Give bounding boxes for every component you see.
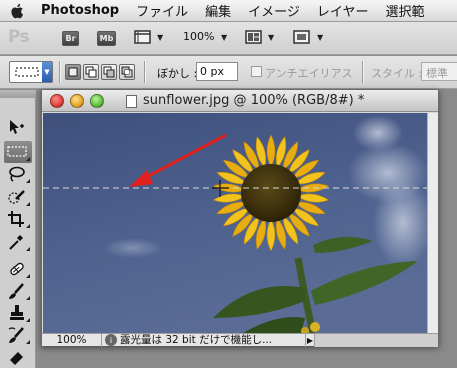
add-to-selection-icon bbox=[85, 66, 97, 78]
spot-healing-brush-tool[interactable] bbox=[4, 258, 32, 280]
menu-image[interactable]: イメージ bbox=[248, 1, 300, 20]
rectangular-marquee-tool[interactable] bbox=[4, 141, 32, 163]
eraser-icon bbox=[10, 352, 23, 365]
zoom-window-button[interactable] bbox=[90, 94, 104, 108]
subtract-from-selection-icon bbox=[103, 66, 115, 78]
arrange-documents-button[interactable] bbox=[245, 30, 263, 48]
lasso-tool[interactable] bbox=[4, 163, 32, 185]
arrange-dropdown-arrow[interactable]: ▼ bbox=[268, 33, 274, 42]
intersect-selection-icon bbox=[121, 66, 133, 78]
launch-mini-bridge-button[interactable]: Mb bbox=[97, 31, 116, 46]
screen-mode-icon bbox=[293, 30, 310, 44]
move-icon bbox=[10, 120, 24, 134]
vertical-scrollbar[interactable] bbox=[427, 113, 438, 333]
menu-layer[interactable]: レイヤー bbox=[317, 1, 369, 20]
move-tool[interactable] bbox=[4, 116, 32, 138]
brush-tool[interactable] bbox=[4, 280, 32, 302]
options-bar: ▼ ぼかし : 0 px アンチエイリアス スタイル : 標準 bbox=[0, 56, 457, 89]
menu-bar: Photoshop ファイル 編集 イメージ レイヤー 選択範 bbox=[0, 0, 457, 22]
apple-icon[interactable] bbox=[9, 2, 27, 20]
mini-bridge-label: Mb bbox=[99, 34, 114, 43]
tool-flyout-indicator bbox=[26, 157, 30, 161]
clone-stamp-icon bbox=[10, 305, 24, 320]
eyedropper-icon bbox=[9, 235, 23, 250]
tools-panel bbox=[0, 90, 36, 368]
tool-flyout-indicator bbox=[26, 274, 30, 278]
tool-flyout-indicator bbox=[26, 179, 30, 183]
subtract-from-selection-button[interactable] bbox=[101, 64, 117, 80]
add-to-selection-button[interactable] bbox=[83, 64, 99, 80]
document-window: sunflower.jpg @ 100% (RGB/8#) * 100% i 露… bbox=[41, 89, 439, 347]
feather-input[interactable]: 0 px bbox=[196, 62, 238, 81]
new-selection-button[interactable] bbox=[65, 64, 81, 80]
menu-select[interactable]: 選択範 bbox=[386, 1, 425, 20]
eyedropper-tool[interactable] bbox=[4, 231, 32, 253]
horizontal-scrollbar[interactable] bbox=[315, 333, 438, 347]
antialias-checkbox[interactable] bbox=[251, 66, 262, 77]
application-bar: Ps Br Mb ▼ 100% ▼ ▼ ▼ bbox=[0, 22, 457, 55]
bridge-label: Br bbox=[65, 34, 76, 43]
options-separator bbox=[362, 61, 363, 83]
options-separator bbox=[59, 61, 60, 83]
tools-panel-header[interactable] bbox=[0, 90, 36, 98]
view-extras-button[interactable] bbox=[134, 30, 154, 45]
screen-mode-dropdown-arrow[interactable]: ▼ bbox=[317, 33, 323, 42]
document-title-bar[interactable]: sunflower.jpg @ 100% (RGB/8#) * bbox=[42, 90, 438, 112]
launch-bridge-button[interactable]: Br bbox=[62, 31, 79, 46]
tool-flyout-indicator bbox=[26, 202, 30, 206]
feather-label: ぼかし : bbox=[157, 67, 198, 80]
tool-flyout-indicator bbox=[26, 296, 30, 300]
marquee-preset-icon bbox=[15, 67, 39, 77]
screen-mode-button[interactable] bbox=[293, 30, 311, 48]
view-extras-dropdown-arrow[interactable]: ▼ bbox=[157, 33, 163, 42]
tool-preset-arrow-icon: ▼ bbox=[42, 62, 52, 82]
lasso-icon bbox=[9, 166, 25, 182]
options-separator bbox=[144, 61, 145, 83]
quick-selection-icon bbox=[8, 190, 25, 204]
tool-flyout-indicator bbox=[26, 224, 30, 228]
arrange-documents-icon bbox=[245, 30, 262, 44]
antialias-label: アンチエイリアス bbox=[265, 67, 353, 80]
tool-preset-picker[interactable]: ▼ bbox=[9, 61, 53, 83]
history-brush-tool[interactable] bbox=[4, 324, 32, 346]
menu-edit[interactable]: 編集 bbox=[205, 1, 231, 20]
tool-flyout-indicator bbox=[26, 318, 30, 322]
info-icon[interactable]: i bbox=[105, 334, 117, 346]
status-zoom-field[interactable]: 100% bbox=[42, 333, 102, 347]
eraser-tool[interactable] bbox=[4, 346, 32, 368]
zoom-level-value[interactable]: 100% bbox=[183, 30, 214, 43]
style-select[interactable]: 標準 bbox=[421, 62, 457, 81]
clone-stamp-tool[interactable] bbox=[4, 302, 32, 324]
new-selection-icon bbox=[68, 67, 78, 77]
healing-brush-icon bbox=[10, 262, 24, 276]
document-status-bar: 100% i 露光量は 32 bit だけで機能し... ▶ bbox=[42, 333, 438, 347]
document-title: sunflower.jpg @ 100% (RGB/8#) * bbox=[143, 93, 365, 108]
tool-flyout-indicator bbox=[26, 247, 30, 251]
quick-selection-tool[interactable] bbox=[4, 186, 32, 208]
crop-icon bbox=[8, 211, 24, 227]
history-brush-icon bbox=[8, 327, 24, 343]
intersect-selection-button[interactable] bbox=[119, 64, 135, 80]
document-file-icon[interactable] bbox=[126, 95, 137, 108]
menu-app-photoshop[interactable]: Photoshop bbox=[41, 3, 119, 18]
style-label: スタイル : bbox=[371, 67, 423, 80]
status-info-text: 露光量は 32 bit だけで機能し... bbox=[120, 333, 273, 346]
menu-file[interactable]: ファイル bbox=[136, 1, 188, 20]
sunflower-photo bbox=[43, 113, 427, 333]
status-menu-arrow-icon[interactable]: ▶ bbox=[305, 333, 315, 347]
close-window-button[interactable] bbox=[50, 94, 64, 108]
crop-tool[interactable] bbox=[4, 208, 32, 230]
grid-icon bbox=[134, 30, 151, 44]
zoom-dropdown-arrow[interactable]: ▼ bbox=[221, 33, 227, 42]
image-canvas[interactable] bbox=[43, 113, 427, 333]
photoshop-logo: Ps bbox=[8, 27, 30, 47]
brush-icon bbox=[9, 283, 24, 299]
tool-flyout-indicator bbox=[26, 340, 30, 344]
minimize-window-button[interactable] bbox=[70, 94, 84, 108]
